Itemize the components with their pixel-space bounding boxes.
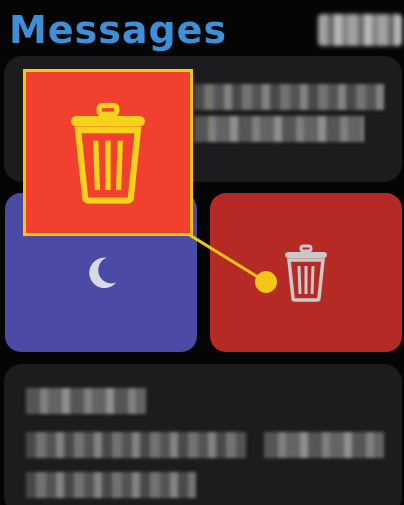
zoom-callout: [23, 69, 193, 236]
message-preview-blurred: [26, 432, 246, 458]
trash-icon: [71, 102, 145, 204]
watch-screen: Messages: [0, 0, 404, 505]
delete-button[interactable]: [210, 193, 402, 352]
page-title: Messages: [9, 8, 228, 52]
message-preview-blurred: [194, 116, 364, 142]
message-sender-blurred: [26, 388, 146, 414]
message-card[interactable]: [4, 364, 402, 505]
moon-icon: [89, 257, 117, 288]
message-preview-blurred: [26, 472, 196, 498]
clock-blurred: [318, 14, 402, 46]
trash-icon: [285, 244, 327, 302]
message-preview-blurred: [264, 432, 384, 458]
message-preview-blurred: [194, 84, 384, 110]
